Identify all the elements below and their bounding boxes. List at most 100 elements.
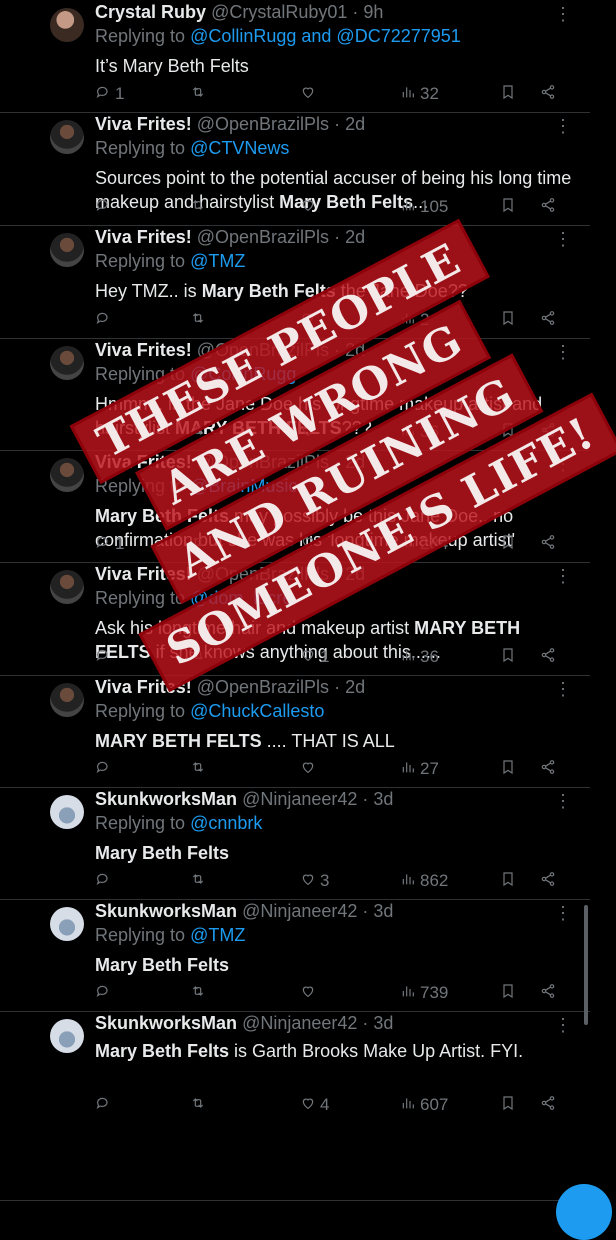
retweet-button[interactable] xyxy=(190,197,210,217)
reply-button[interactable] xyxy=(95,871,115,891)
author-name[interactable]: Viva Frites! xyxy=(95,227,192,247)
avatar[interactable] xyxy=(50,683,84,717)
timestamp[interactable]: 3d xyxy=(373,1013,393,1033)
bookmark-button[interactable] xyxy=(500,983,516,1003)
retweet-button[interactable] xyxy=(190,84,210,104)
like-button[interactable] xyxy=(300,422,320,442)
retweet-button[interactable] xyxy=(190,759,210,779)
timestamp[interactable]: 2d xyxy=(345,452,365,472)
author-name[interactable]: Viva Frites! xyxy=(95,677,192,697)
author-handle[interactable]: @Ninjaneer42 xyxy=(242,901,357,921)
author-name[interactable]: Viva Frites! xyxy=(95,564,192,584)
replying-to-link[interactable]: @CollinRugg xyxy=(190,364,296,384)
views-button[interactable]: 36 xyxy=(400,647,439,667)
avatar[interactable] xyxy=(50,458,84,492)
retweet-button[interactable] xyxy=(190,871,210,891)
retweet-button[interactable] xyxy=(190,1095,210,1115)
bookmark-button[interactable] xyxy=(500,310,516,330)
reply-button[interactable] xyxy=(95,983,115,1003)
author-name[interactable]: Viva Frites! xyxy=(95,114,192,134)
views-button[interactable]: 32 xyxy=(400,84,439,104)
tweet[interactable]: Viva Frites! @OpenBrazilPls · 2d ⋮ Replyin… xyxy=(0,338,590,451)
like-button[interactable] xyxy=(300,84,320,104)
bookmark-button[interactable] xyxy=(500,1095,516,1115)
timestamp[interactable]: 2d xyxy=(345,677,365,697)
retweet-button[interactable] xyxy=(190,310,210,330)
share-button[interactable] xyxy=(540,871,556,891)
views-button[interactable]: 105 xyxy=(400,197,448,217)
like-button[interactable] xyxy=(300,197,320,217)
tweet[interactable]: Viva Frites! @OpenBrazilPls · 2d ⋮ Replyin… xyxy=(0,112,590,226)
views-button[interactable]: 862 xyxy=(400,871,448,891)
replying-to-link[interactable]: @BrainMusic xyxy=(190,476,297,496)
tweet[interactable]: SkunkworksMan @Ninjaneer42 · 3d ⋮ Mary Bet… xyxy=(0,1011,590,1201)
author-handle[interactable]: @OpenBrazilPls xyxy=(197,677,329,697)
reply-button[interactable]: 1 xyxy=(95,534,124,554)
share-button[interactable] xyxy=(540,759,556,779)
author-handle[interactable]: @Ninjaneer42 xyxy=(242,789,357,809)
replying-to-link[interactable]: @TMZ xyxy=(190,925,245,945)
more-icon[interactable]: ⋮ xyxy=(554,454,572,475)
share-button[interactable] xyxy=(540,310,556,330)
avatar[interactable] xyxy=(50,346,84,380)
reply-button[interactable] xyxy=(95,759,115,779)
views-button[interactable]: 27 xyxy=(400,759,439,779)
retweet-button[interactable] xyxy=(190,422,210,442)
reply-button[interactable] xyxy=(95,310,115,330)
like-button[interactable]: 4 xyxy=(300,1095,329,1115)
more-icon[interactable]: ⋮ xyxy=(554,679,572,700)
more-icon[interactable]: ⋮ xyxy=(554,342,572,363)
retweet-button[interactable] xyxy=(190,647,210,667)
author-handle[interactable]: @Ninjaneer42 xyxy=(242,1013,357,1033)
timestamp[interactable]: 2d xyxy=(345,340,365,360)
bookmark-button[interactable] xyxy=(500,422,516,442)
author-handle[interactable]: @OpenBrazilPls xyxy=(197,340,329,360)
timestamp[interactable]: 2d xyxy=(345,227,365,247)
tweet[interactable]: Viva Frites! @OpenBrazilPls · 2d ⋮ Replyin… xyxy=(0,562,590,676)
compose-button[interactable] xyxy=(556,1184,612,1240)
retweet-button[interactable] xyxy=(190,534,210,554)
author-name[interactable]: Viva Frites! xyxy=(95,452,192,472)
like-button[interactable] xyxy=(300,759,320,779)
bookmark-button[interactable] xyxy=(500,759,516,779)
tweet[interactable]: Crystal Ruby @CrystalRuby01 · 9h ⋮ Replyin… xyxy=(0,0,590,113)
share-button[interactable] xyxy=(540,84,556,104)
more-icon[interactable]: ⋮ xyxy=(554,1015,572,1036)
share-button[interactable] xyxy=(540,197,556,217)
views-button[interactable]: 739 xyxy=(400,983,448,1003)
author-name[interactable]: Crystal Ruby xyxy=(95,2,206,22)
tweet[interactable]: SkunkworksMan @Ninjaneer42 · 3d ⋮ Replying… xyxy=(0,787,590,900)
timestamp[interactable]: 3d xyxy=(373,901,393,921)
replying-to-link[interactable]: @CollinRugg and @DC72277951 xyxy=(190,26,461,46)
author-handle[interactable]: @OpenBrazilPls xyxy=(197,452,329,472)
scrollbar[interactable] xyxy=(584,905,588,1025)
bookmark-button[interactable] xyxy=(500,84,516,104)
more-icon[interactable]: ⋮ xyxy=(554,229,572,250)
avatar[interactable] xyxy=(50,8,84,42)
avatar[interactable] xyxy=(50,907,84,941)
share-button[interactable] xyxy=(540,647,556,667)
bookmark-button[interactable] xyxy=(500,647,516,667)
replying-to-link[interactable]: @ChuckCallesto xyxy=(190,701,324,721)
tweet[interactable]: SkunkworksMan @Ninjaneer42 · 3d ⋮ Replying… xyxy=(0,899,590,1012)
timestamp[interactable]: 3d xyxy=(373,789,393,809)
avatar[interactable] xyxy=(50,120,84,154)
bookmark-button[interactable] xyxy=(500,197,516,217)
views-button[interactable]: 284 xyxy=(400,534,448,554)
reply-button[interactable] xyxy=(95,647,115,667)
timestamp[interactable]: 9h xyxy=(363,2,383,22)
retweet-button[interactable] xyxy=(190,983,210,1003)
like-button[interactable] xyxy=(300,534,320,554)
replying-to-link[interactable]: @TMZ xyxy=(190,251,245,271)
author-name[interactable]: Viva Frites! xyxy=(95,340,192,360)
views-button[interactable]: 607 xyxy=(400,1095,448,1115)
author-handle[interactable]: @OpenBrazilPls xyxy=(197,564,329,584)
share-button[interactable] xyxy=(540,1095,556,1115)
author-handle[interactable]: @OpenBrazilPls xyxy=(197,114,329,134)
bookmark-button[interactable] xyxy=(500,534,516,554)
avatar[interactable] xyxy=(50,795,84,829)
reply-button[interactable] xyxy=(95,197,115,217)
more-icon[interactable]: ⋮ xyxy=(554,903,572,924)
more-icon[interactable]: ⋮ xyxy=(554,566,572,587)
author-handle[interactable]: @CrystalRuby01 xyxy=(211,2,347,22)
